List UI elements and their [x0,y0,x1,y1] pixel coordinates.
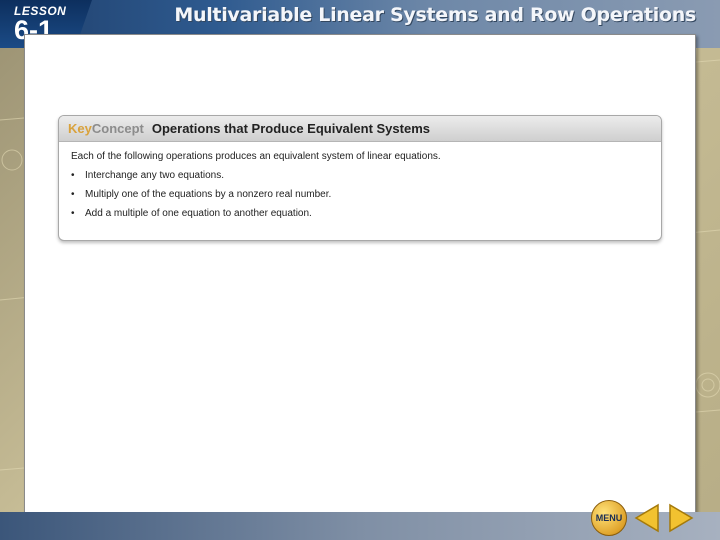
key-concept-label-key: Key [68,121,92,136]
key-concept-panel: Key Concept Operations that Produce Equiv… [58,115,662,241]
key-concept-body: Each of the following operations produce… [59,142,661,219]
bullet-icon: • [71,170,75,181]
list-item: • Multiply one of the equations by a non… [71,189,661,200]
menu-button[interactable]: MENU [591,500,627,536]
right-arrow-icon [669,503,694,533]
key-concept-label-concept: Concept [91,121,144,136]
key-concept-intro: Each of the following operations produce… [71,151,441,162]
previous-slide-button[interactable] [634,503,660,533]
menu-icon: MENU [595,513,623,523]
page-title: Multivariable Linear Systems and Row Ope… [174,4,696,26]
bullet-icon: • [71,189,75,200]
list-item: • Add a multiple of one equation to anot… [71,208,661,219]
list-item-text: Interchange any two equations. [85,170,224,181]
list-item-text: Multiply one of the equations by a nonze… [85,189,332,200]
key-concept-header: Key Concept Operations that Produce Equiv… [59,116,661,142]
slide-content-area [24,34,696,513]
list-item-text: Add a multiple of one equation to anothe… [85,208,312,219]
next-slide-button[interactable] [668,503,694,533]
bullet-icon: • [71,208,75,219]
list-item: • Interchange any two equations. [71,170,661,181]
left-arrow-icon [634,503,659,533]
key-concept-title: Operations that Produce Equivalent Syste… [151,121,430,136]
